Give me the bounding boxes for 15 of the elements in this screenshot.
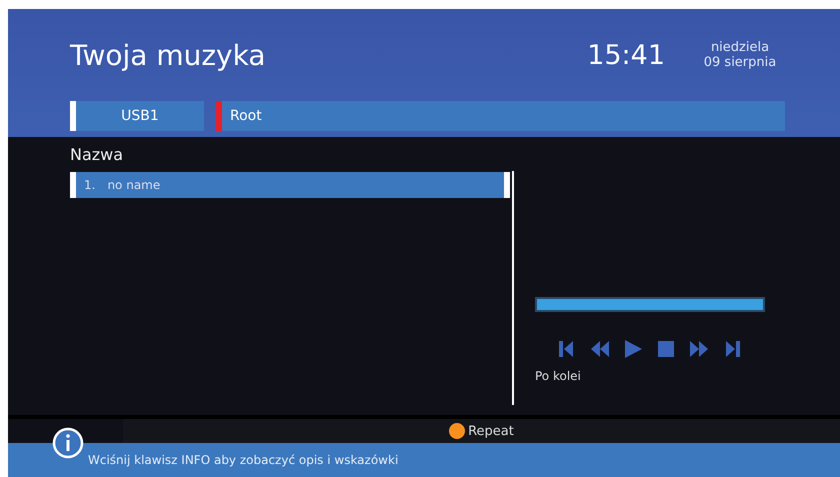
- fast-forward-icon[interactable]: [689, 339, 709, 359]
- clock-time: 15:41: [587, 40, 665, 70]
- repeat-label: Repeat: [468, 424, 514, 438]
- date-label: 09 sierpnia: [704, 55, 776, 70]
- path-segment[interactable]: Root: [216, 101, 785, 131]
- play-icon[interactable]: [623, 339, 643, 359]
- rewind-icon[interactable]: [590, 339, 610, 359]
- file-row[interactable]: 1. no name: [70, 172, 510, 198]
- column-heading: Nazwa: [70, 145, 124, 164]
- info-hint: Wciśnij klawisz INFO aby zobaczyć opis i wskazówki: [88, 453, 398, 467]
- path-segment[interactable]: USB1: [70, 101, 204, 131]
- playback-mode: Po kolei: [535, 369, 582, 383]
- weekday-label: niedziela: [710, 40, 770, 55]
- stop-icon[interactable]: [656, 339, 676, 359]
- page-title: Twoja muzyka: [70, 38, 267, 72]
